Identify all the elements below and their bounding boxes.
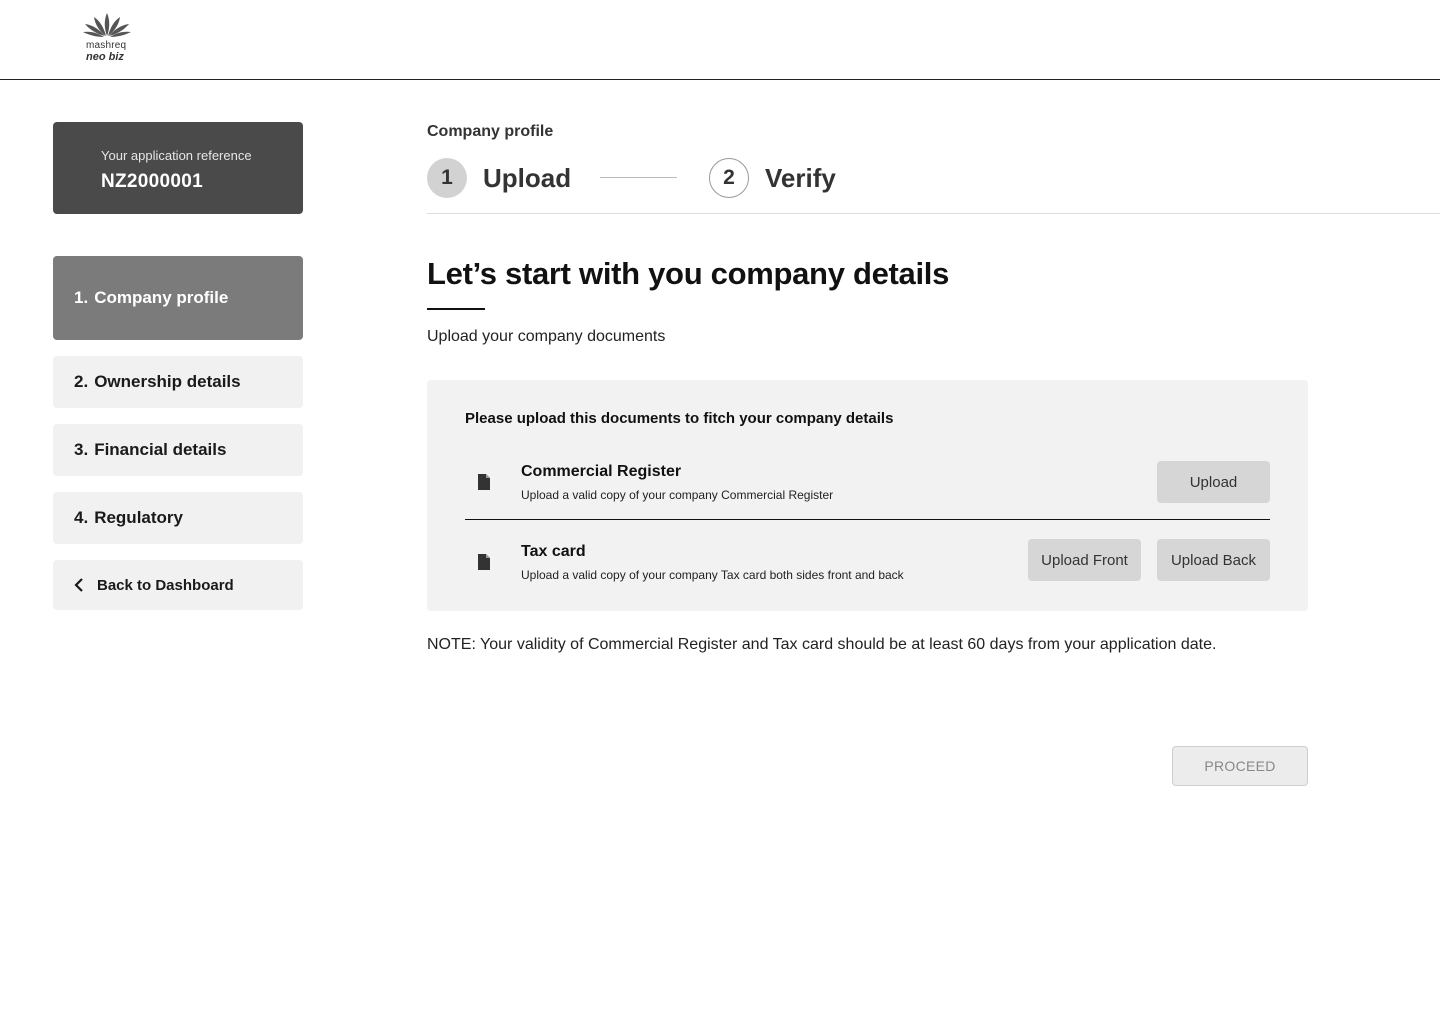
sidebar-item-ownership-details[interactable]: 2. Ownership details [53, 356, 303, 408]
sidebar-item-label: Financial details [94, 440, 227, 459]
validity-note: NOTE: Your validity of Commercial Regist… [427, 636, 1217, 653]
title-underline [427, 308, 485, 310]
document-description: Upload a valid copy of your company Comm… [521, 488, 834, 502]
document-title: Commercial Register [521, 463, 682, 480]
section-label: Company profile [427, 123, 554, 140]
document-description: Upload a valid copy of your company Tax … [521, 568, 904, 582]
document-title: Tax card [521, 543, 586, 560]
sidebar-item-label: Ownership details [94, 372, 241, 391]
lotus-logo-icon [83, 13, 131, 37]
document-icon [478, 474, 490, 490]
reference-label: Your application reference [101, 148, 252, 163]
document-row-tax-card: Tax card Upload a valid copy of your com… [465, 539, 1270, 590]
page-subtitle: Upload your company documents [427, 328, 666, 345]
brand-name-bottom: neo biz [86, 51, 124, 63]
step-1-label: Upload [483, 163, 572, 193]
step-2-label: Verify [765, 163, 836, 193]
upload-back-button[interactable]: Upload Back [1157, 539, 1270, 581]
step-number: 1 [441, 166, 453, 189]
brand-name-top: mashreq [86, 40, 127, 51]
step-number: 2 [723, 166, 735, 189]
upload-commercial-register-button[interactable]: Upload [1157, 461, 1270, 503]
sidebar-item-number: 4. [74, 508, 89, 527]
sidebar-item-label: Regulatory [94, 508, 183, 527]
upload-front-button[interactable]: Upload Front [1028, 539, 1141, 581]
reference-value: NZ2000001 [101, 171, 203, 192]
sidebar-item-regulatory[interactable]: 4. Regulatory [53, 492, 303, 544]
sidebar-item-label: Company profile [94, 288, 229, 307]
document-row-commercial-register: Commercial Register Upload a valid copy … [465, 460, 1270, 520]
sidebar-item-company-profile[interactable]: 1. Company profile [53, 256, 303, 340]
document-upload-panel: Please upload this documents to fitch yo… [427, 380, 1308, 611]
document-icon [478, 554, 490, 570]
sidebar-item-number: 2. [74, 372, 89, 391]
stepper-divider [427, 213, 1440, 214]
proceed-button[interactable]: PROCEED [1172, 746, 1308, 786]
back-to-dashboard-label: Back to Dashboard [97, 576, 234, 594]
sidebar-item-financial-details[interactable]: 3. Financial details [53, 424, 303, 476]
top-header: mashreq neo biz [0, 0, 1440, 80]
brand-logo[interactable]: mashreq neo biz [80, 12, 134, 68]
page-title: Let’s start with you company details [427, 256, 950, 291]
step-connector [600, 177, 677, 178]
panel-title: Please upload this documents to fitch yo… [465, 410, 894, 427]
sidebar-item-number: 3. [74, 440, 89, 459]
step-2-indicator: 2 [709, 158, 749, 198]
back-to-dashboard-button[interactable]: Back to Dashboard [53, 560, 303, 610]
application-reference-card: Your application reference NZ2000001 [53, 122, 303, 214]
step-1-indicator: 1 [427, 158, 467, 198]
chevron-left-icon [74, 578, 83, 592]
sidebar-item-number: 1. [74, 288, 89, 307]
